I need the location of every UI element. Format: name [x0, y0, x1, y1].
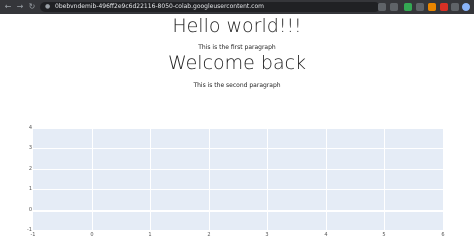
y-tick-label: -1 — [27, 227, 32, 233]
x-gridline — [326, 128, 327, 230]
page-heading-2: Welcome back — [167, 52, 307, 74]
extension-icon[interactable] — [428, 3, 436, 11]
x-tick-label: 1 — [148, 232, 152, 238]
x-gridline — [384, 128, 385, 230]
star-icon[interactable] — [390, 3, 398, 11]
y-tick-label: 1 — [28, 186, 32, 192]
extension-icon[interactable] — [440, 3, 448, 11]
extension-icon[interactable] — [404, 3, 412, 11]
address-bar[interactable]: ● 0bebvndemib-496ff2e9c6d22116-8050-cola… — [40, 2, 380, 12]
lock-icon: ● — [45, 3, 51, 10]
paragraph-2: This is the second paragraph — [193, 82, 281, 89]
browser-toolbar: ← → ↻ ● 0bebvndemib-496ff2e9c6d22116-805… — [0, 0, 474, 14]
y-gridline — [33, 128, 443, 129]
y-gridline — [33, 169, 443, 170]
extension-icon[interactable] — [416, 3, 424, 11]
y-tick-label: 2 — [28, 166, 32, 172]
y-tick-label: 3 — [28, 145, 32, 151]
page-heading-1: Hello world!!! — [172, 15, 302, 37]
y-gridline — [33, 148, 443, 149]
y-gridline — [33, 230, 443, 231]
plot-background — [33, 128, 443, 230]
reload-icon[interactable]: ↻ — [27, 2, 37, 12]
back-icon[interactable]: ← — [3, 2, 13, 12]
x-tick-label: 5 — [382, 232, 386, 238]
x-gridline — [267, 128, 268, 230]
y-tick-label: 0 — [28, 207, 32, 213]
x-gridline — [150, 128, 151, 230]
x-tick-label: 6 — [441, 232, 445, 238]
y-tick-label: 4 — [28, 125, 32, 131]
puzzle-icon[interactable] — [451, 3, 459, 11]
x-gridline — [209, 128, 210, 230]
x-tick-label: 2 — [207, 232, 211, 238]
x-tick-label: 3 — [265, 232, 269, 238]
y-gridline — [33, 189, 443, 190]
x-tick-label: 4 — [324, 232, 328, 238]
x-gridline — [92, 128, 93, 230]
share-icon[interactable] — [378, 3, 386, 11]
url-text: 0bebvndemib-496ff2e9c6d22116-8050-colab.… — [55, 3, 264, 10]
profile-icon[interactable] — [462, 3, 470, 11]
y-gridline — [33, 210, 443, 212]
forward-icon[interactable]: → — [15, 2, 25, 12]
x-tick-label: 0 — [90, 232, 94, 238]
